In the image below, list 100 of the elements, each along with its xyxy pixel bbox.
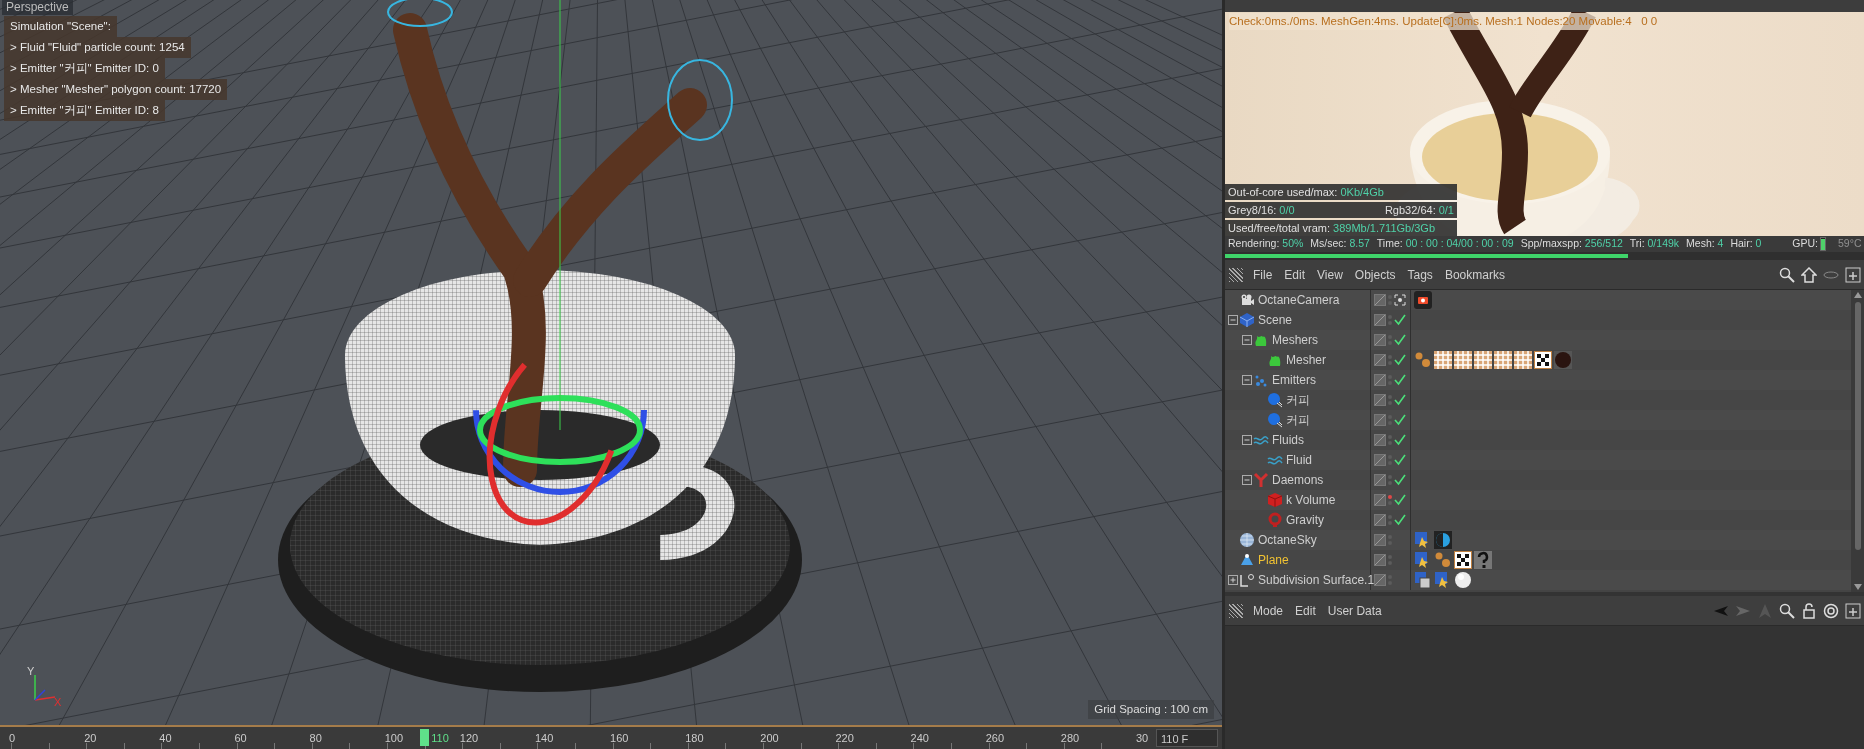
material-icon[interactable] — [1474, 351, 1492, 369]
tick-label: 60 — [234, 731, 247, 746]
check-icon[interactable] — [1394, 394, 1406, 406]
layer-icon[interactable] — [1374, 494, 1386, 506]
object-name[interactable]: Gravity — [1286, 511, 1324, 529]
menu-item[interactable]: File — [1247, 265, 1279, 284]
layer-icon[interactable] — [1374, 534, 1386, 546]
status-label: Time: — [1376, 237, 1403, 250]
playhead[interactable] — [420, 729, 430, 746]
memory-label: Grey8/16: — [1228, 203, 1277, 217]
object-name[interactable]: Meshers — [1272, 331, 1318, 349]
lock-icon[interactable] — [1800, 602, 1817, 619]
layer-icon[interactable] — [1374, 414, 1386, 426]
disc-icon — [1267, 392, 1283, 408]
layer-icon[interactable] — [1374, 454, 1386, 466]
new-panel-icon[interactable] — [1844, 602, 1861, 619]
object-name[interactable]: Daemons — [1272, 471, 1324, 489]
object-name[interactable]: Subdivision Surface.1 — [1258, 571, 1375, 589]
check-icon[interactable] — [1394, 434, 1406, 446]
tick-label: 220 — [835, 731, 854, 746]
layer-icon[interactable] — [1374, 294, 1386, 306]
layer-icon[interactable] — [1374, 434, 1386, 446]
tick-label: 20 — [84, 731, 97, 746]
check-icon[interactable] — [1394, 494, 1406, 506]
layer-icon[interactable] — [1374, 354, 1386, 366]
scroll-down-icon[interactable] — [1853, 584, 1862, 590]
object-name[interactable]: Scene — [1258, 311, 1293, 329]
new-panel-icon[interactable] — [1844, 266, 1861, 283]
layer-icon[interactable] — [1374, 574, 1386, 586]
layer-icon[interactable] — [1374, 514, 1386, 526]
object-name[interactable]: k Volume — [1286, 491, 1336, 509]
gpu-temperature: 59°C — [1838, 236, 1862, 252]
object-name[interactable]: 커피 — [1286, 411, 1310, 429]
question-icon[interactable] — [1474, 551, 1492, 569]
object-name[interactable]: OctaneCamera — [1258, 291, 1340, 309]
object-name[interactable]: 커피 — [1286, 391, 1310, 409]
object-name[interactable]: Fluids — [1272, 431, 1304, 449]
home-icon[interactable] — [1800, 266, 1817, 283]
memory-label: Used/free/total vram: — [1228, 221, 1331, 235]
status-value: 0 — [1755, 237, 1762, 250]
object-name[interactable]: Fluid — [1286, 451, 1312, 469]
search-icon[interactable] — [1778, 602, 1795, 619]
menu-item[interactable]: View — [1311, 265, 1349, 284]
layer-icon[interactable] — [1374, 474, 1386, 486]
check-icon[interactable] — [1394, 414, 1406, 426]
expand-toggle-icon[interactable] — [1242, 435, 1252, 445]
frame-field[interactable]: 110 F — [1156, 729, 1218, 747]
scroll-thumb[interactable] — [1854, 302, 1861, 550]
tick-label: 40 — [159, 731, 172, 746]
checker-icon[interactable] — [1534, 351, 1552, 369]
menu-item[interactable]: Mode — [1247, 601, 1290, 620]
layer-icon[interactable] — [1374, 374, 1386, 386]
check-icon[interactable] — [1394, 334, 1406, 346]
memory-value: 0Kb/4Gb — [1340, 185, 1384, 199]
check-icon[interactable] — [1394, 474, 1406, 486]
panel-grip-icon[interactable] — [1229, 267, 1243, 282]
search-icon[interactable] — [1778, 266, 1795, 283]
check-icon[interactable] — [1394, 314, 1406, 326]
menu-item[interactable]: Tags — [1401, 265, 1439, 284]
scroll-up-icon[interactable] — [1853, 292, 1862, 298]
status-value: 256/512 — [1584, 237, 1623, 250]
layer-icon[interactable] — [1374, 334, 1386, 346]
layer-icon[interactable] — [1374, 554, 1386, 566]
material-icon[interactable] — [1434, 351, 1452, 369]
check-icon[interactable] — [1394, 514, 1406, 526]
sphere-icon[interactable] — [1454, 571, 1472, 589]
menu-item[interactable]: Bookmarks — [1438, 265, 1511, 284]
layer-icon[interactable] — [1374, 314, 1386, 326]
expand-toggle-icon[interactable] — [1242, 375, 1252, 385]
material-icon[interactable] — [1494, 351, 1512, 369]
current-frame-label: 110 — [431, 731, 449, 746]
object-name[interactable]: Emitters — [1272, 371, 1316, 389]
status-label: Ms/sec: — [1310, 237, 1347, 250]
object-name[interactable]: OctaneSky — [1258, 531, 1317, 549]
focus-icon[interactable] — [1394, 294, 1406, 306]
object-name[interactable]: Mesher — [1286, 351, 1326, 369]
checker-icon[interactable] — [1454, 551, 1472, 569]
layer-icon[interactable] — [1374, 394, 1386, 406]
visibility-dots-icon[interactable] — [1388, 495, 1392, 505]
object-name[interactable]: Plane — [1258, 551, 1289, 569]
menu-item[interactable]: Edit — [1278, 265, 1312, 284]
menu-item[interactable]: User Data — [1321, 601, 1388, 620]
target-icon[interactable] — [1822, 602, 1839, 619]
check-icon[interactable] — [1394, 374, 1406, 386]
half-disc-icon[interactable] — [1434, 531, 1452, 549]
material-icon[interactable] — [1454, 351, 1472, 369]
check-icon[interactable] — [1394, 454, 1406, 466]
menu-item[interactable]: Edit — [1289, 601, 1322, 620]
camera-icon[interactable] — [1414, 291, 1432, 309]
check-icon[interactable] — [1394, 354, 1406, 366]
cube-icon[interactable] — [1414, 571, 1432, 589]
expand-toggle-icon[interactable] — [1242, 335, 1252, 345]
expand-toggle-icon[interactable] — [1228, 315, 1238, 325]
expand-toggle-icon[interactable] — [1228, 575, 1238, 585]
menu-item[interactable]: Objects — [1348, 265, 1402, 284]
expand-toggle-icon[interactable] — [1242, 475, 1252, 485]
cube-icon — [1267, 492, 1283, 508]
panel-grip-icon[interactable] — [1229, 603, 1243, 618]
cube-icon — [1239, 312, 1255, 328]
spheres-icon[interactable] — [1414, 351, 1432, 369]
